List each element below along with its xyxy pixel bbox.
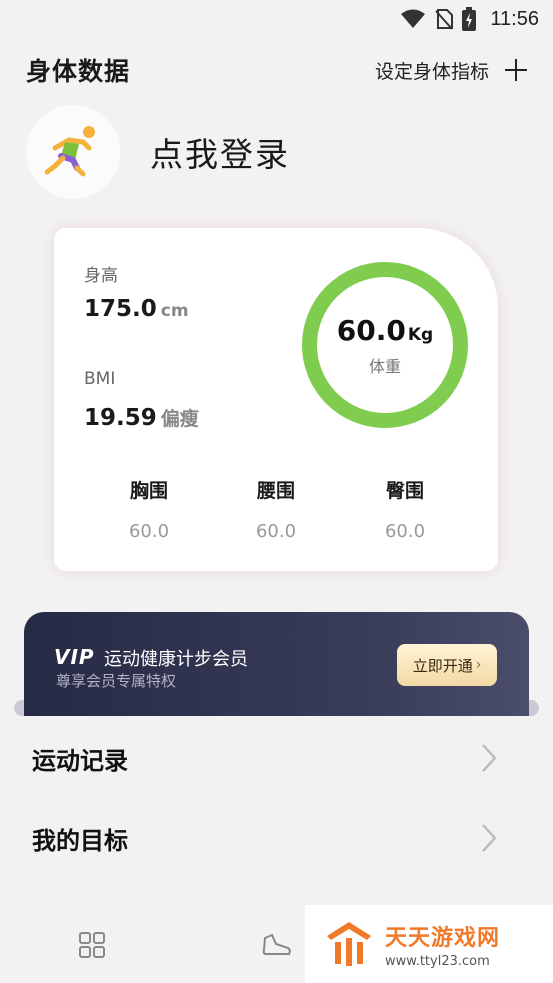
set-target-button[interactable]: 设定身体指标 [375,57,529,84]
height-label: 身高 [84,266,118,286]
chest-label: 胸围 [129,480,168,502]
battery-charging-icon [462,7,477,31]
vip-title: 运动健康计步会员 [104,649,248,670]
vip-logo: VIP [54,645,95,669]
chest-measure: 胸围 60.0 [94,476,204,542]
weight-number: 60.0 [336,313,406,347]
list-item-exercise-records[interactable]: 运动记录 [0,718,553,798]
height-unit: cm [160,301,189,321]
watermark-text: 天天游戏网 www.ttyl23.com [385,920,500,969]
set-target-label: 设定身体指标 [374,60,489,83]
weight-ring[interactable]: 60.0 Kg 体重 [302,262,468,428]
runner-icon [44,126,95,177]
waist-value: 60.0 [255,521,297,542]
bmi-number: 19.59 [84,405,157,431]
profile-login[interactable]: 点我登录 [26,104,290,200]
body-data-card[interactable]: 身高 175.0 cm BMI 19.59 偏瘦 60.0 Kg 体重 胸围 60.0… [54,228,498,571]
list-item-label: 我的目标 [32,826,128,855]
wifi-icon [400,8,426,30]
chevron-right-icon [482,824,497,852]
page-header: 身体数据 设定身体指标 [0,38,553,102]
chest-value: 60.0 [128,521,170,542]
hip-label: 臀围 [385,480,424,502]
watermark-logo-icon [327,922,371,966]
plus-icon[interactable] [503,57,529,83]
chevron-right-icon [482,744,497,772]
avatar[interactable] [26,105,120,199]
no-sim-icon [434,8,454,30]
weight-value: 60.0 Kg [337,314,433,347]
page-title: 身体数据 [26,57,131,86]
bmi-label: BMI [84,369,116,389]
hip-value: 60.0 [384,521,426,542]
bmi-status: 偏瘦 [160,408,199,430]
vip-open-button[interactable]: 立即开通 › [397,644,497,686]
hip-measure: 臀围 60.0 [350,476,460,542]
watermark: 天天游戏网 www.ttyl23.com [305,905,553,983]
vip-banner[interactable]: VIP 运动健康计步会员 尊享会员专属特权 立即开通 › [24,612,529,716]
waist-label: 腰围 [256,480,295,502]
weight-label: 体重 [368,356,401,376]
list-item-my-goals[interactable]: 我的目标 [0,798,553,878]
watermark-name: 天天游戏网 [385,925,501,951]
bmi-value: 19.59 偏瘦 [84,404,199,431]
vip-subtitle: 尊享会员专属特权 [56,672,177,690]
list-item-label: 运动记录 [32,746,128,775]
status-bar: 11:56 [0,0,553,38]
height-value: 175.0 cm [84,296,189,322]
height-number: 175.0 [84,296,157,322]
shoe-icon[interactable] [262,932,292,958]
weight-unit: Kg [407,324,434,345]
vip-button-label: 立即开通 [412,656,473,675]
status-time: 11:56 [490,7,539,30]
login-prompt[interactable]: 点我登录 [150,128,290,176]
chevron-right-icon: › [475,657,482,673]
watermark-url: www.ttyl23.com [385,953,490,969]
waist-measure: 腰围 60.0 [221,476,331,542]
grid-icon[interactable] [79,932,105,958]
